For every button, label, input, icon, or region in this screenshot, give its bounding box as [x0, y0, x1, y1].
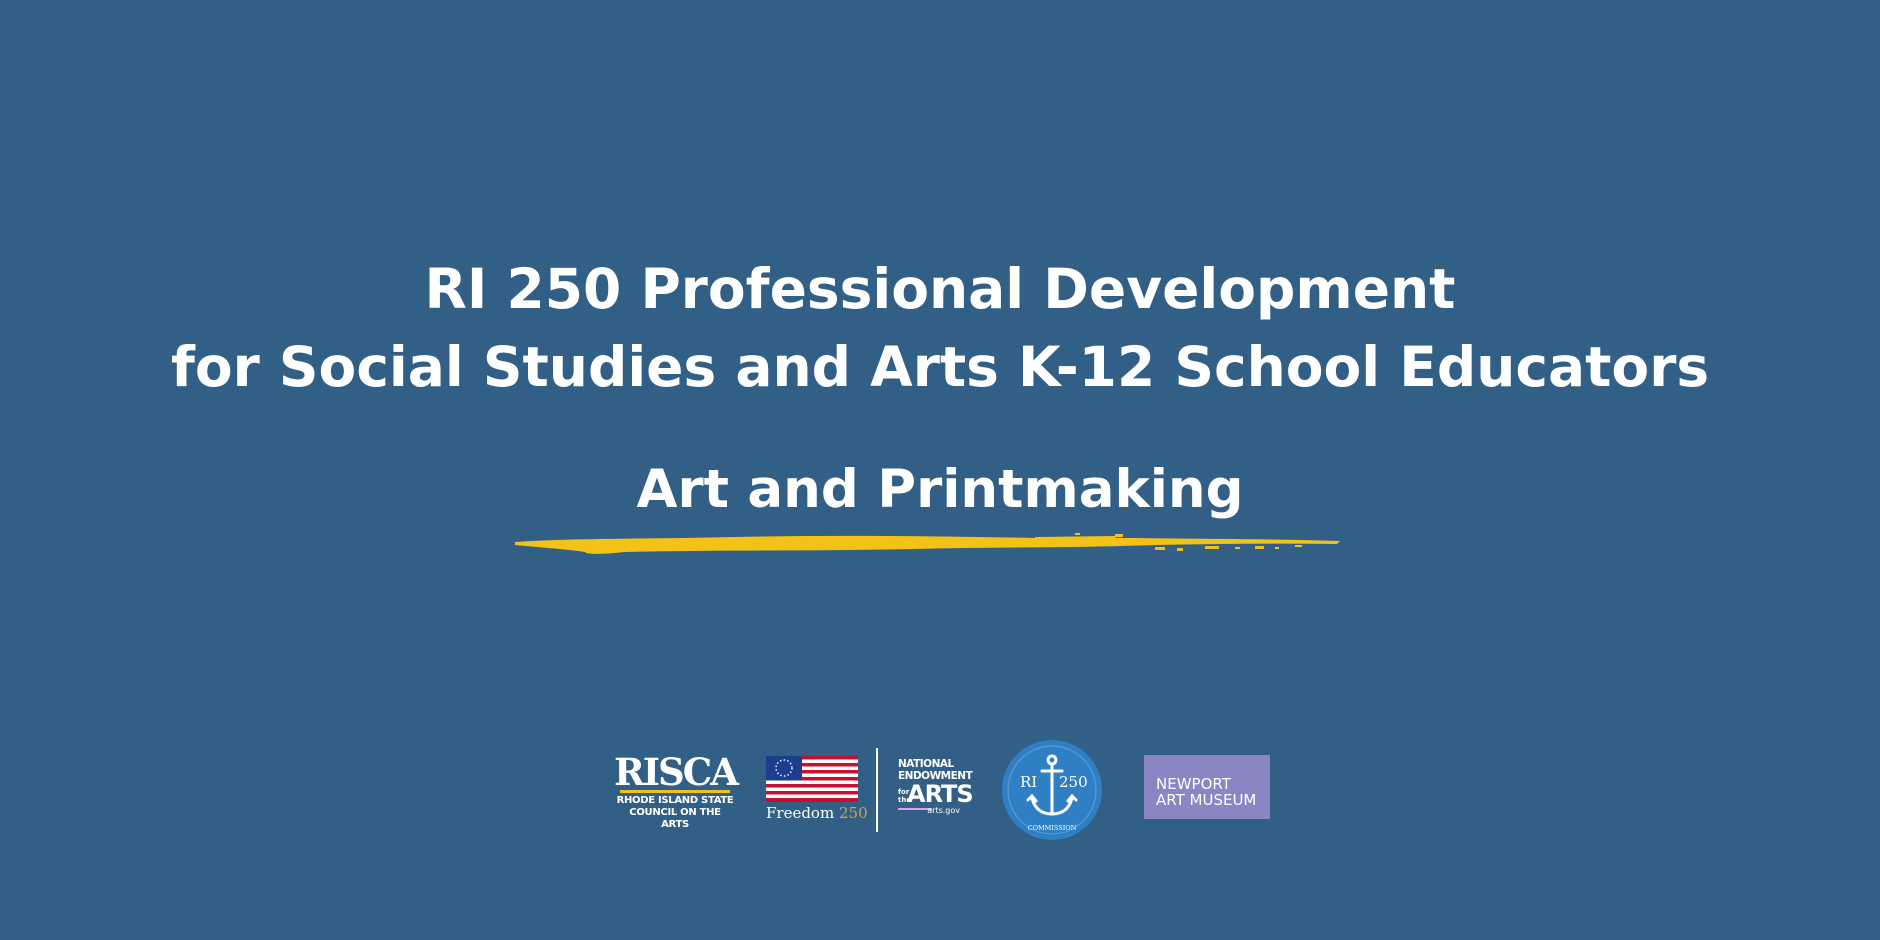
freedom-250-label: Freedom 250	[766, 804, 868, 822]
ri250-left-text: RI	[1020, 773, 1037, 791]
freedom-word: Freedom	[766, 804, 835, 822]
newport-line-1: NEWPORT	[1156, 775, 1231, 793]
ri250-right-text: 250	[1059, 773, 1088, 791]
risca-logo: RISCA RHODE ISLAND STATE COUNCIL ON THE …	[614, 750, 739, 831]
nea-line-1: NATIONAL	[898, 758, 954, 770]
ri250-commission-logo: RI 250 COMMISSION	[1002, 740, 1102, 840]
risca-line-2: COUNCIL ON THE ARTS	[629, 807, 721, 830]
freedom-250-logo: Freedom 250	[766, 756, 868, 826]
nea-logo: NATIONAL ENDOWMENT for the ARTS arts.gov	[898, 758, 974, 822]
newport-line-2: ART MUSEUM	[1156, 791, 1257, 809]
nea-arts-row: for the ARTS	[898, 782, 974, 806]
newport-art-museum-logo: NEWPORT ART MUSEUM	[1144, 755, 1270, 819]
nea-arts-word: ARTS	[907, 780, 974, 808]
title-line-2: for Social Studies and Arts K-12 School …	[170, 335, 1710, 399]
american-flag-icon	[766, 756, 858, 802]
risca-line-1: RHODE ISLAND STATE	[616, 795, 734, 806]
title-line-1: RI 250 Professional Development	[424, 257, 1456, 321]
yellow-brush-stroke	[515, 533, 1340, 554]
risca-wordmark: RISCA	[614, 750, 739, 794]
nea-for-the: for the	[898, 788, 912, 804]
ri250-bottom-text: COMMISSION	[1028, 824, 1077, 832]
freedom-number: 250	[838, 804, 868, 822]
subtitle: Art and Printmaking	[636, 459, 1244, 520]
logo-divider	[876, 748, 878, 832]
